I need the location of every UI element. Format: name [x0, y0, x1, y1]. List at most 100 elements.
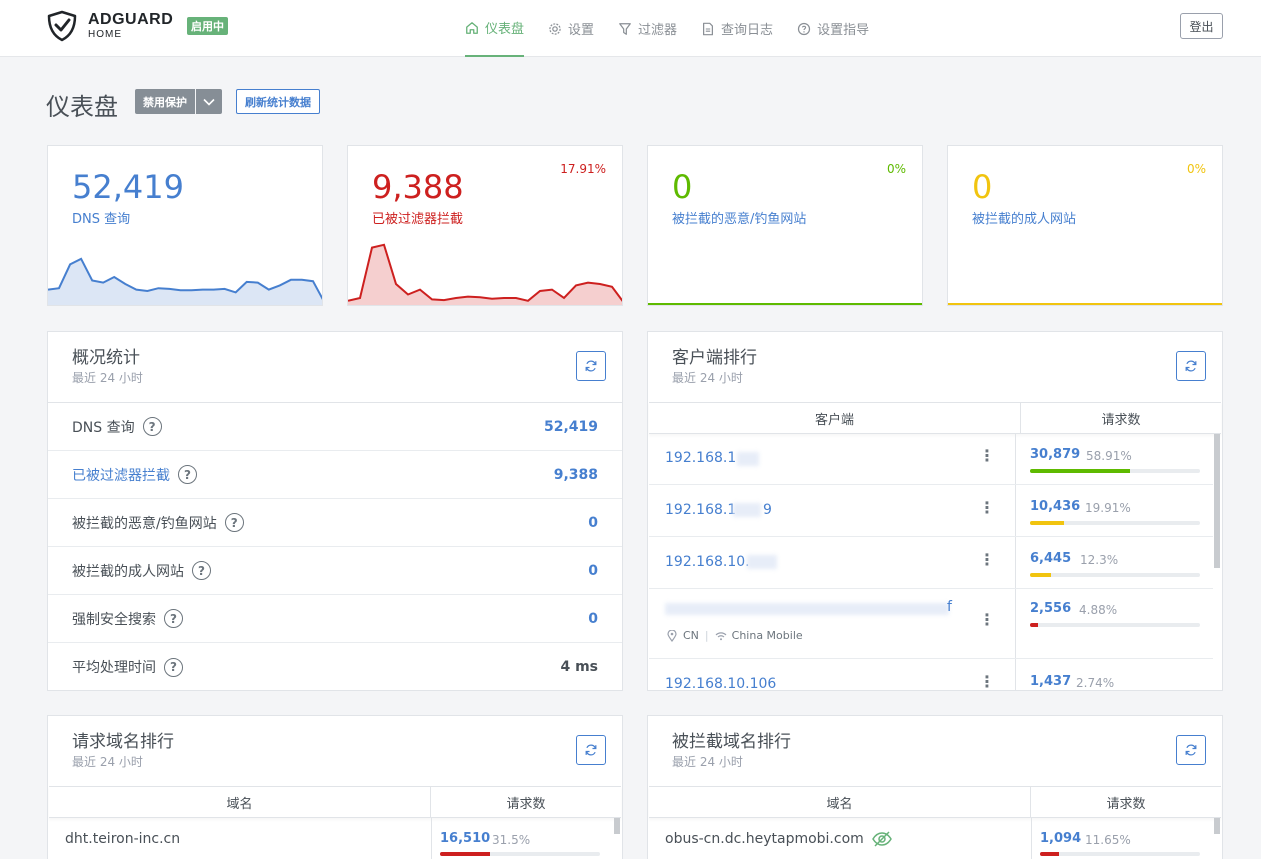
column-header-client[interactable]: 客户端	[649, 403, 1021, 433]
request-progress-bar	[440, 852, 600, 856]
disable-protection-group: 禁用保护	[135, 89, 222, 114]
eye-slash-icon[interactable]	[871, 830, 893, 848]
help-question-icon[interactable]: ?	[192, 561, 211, 580]
wifi-icon	[715, 631, 727, 640]
nav-setup-guide[interactable]: 设置指导	[797, 0, 869, 57]
nav-filters[interactable]: 过滤器	[618, 0, 677, 57]
domains-table-body: dht.teiron-inc.cn 16,510 31.5%	[49, 818, 621, 859]
stat-row-blocked-filters: 已被过滤器拦截 ? 9,388	[48, 451, 622, 499]
adult-baseline	[948, 303, 1222, 305]
client-ip[interactable]: 192.168.10.106	[665, 676, 776, 690]
table-row: dht.teiron-inc.cn 16,510 31.5%	[49, 818, 613, 859]
refresh-icon	[1185, 360, 1197, 372]
more-options-icon[interactable]: ⋮	[979, 498, 995, 517]
progress-fill	[1030, 521, 1064, 525]
more-options-icon[interactable]: ⋮	[979, 446, 995, 465]
request-count[interactable]: 1,437	[1030, 674, 1071, 689]
row-value[interactable]: 52,419	[544, 419, 598, 435]
column-header-requests[interactable]: 请求数	[1021, 403, 1221, 433]
help-question-icon[interactable]: ?	[142, 417, 162, 436]
statistics-list: DNS 查询 ? 52,419 已被过滤器拦截 ? 9,388 被拦截的恶意/钓…	[48, 402, 622, 691]
nav-setup-guide-label: 设置指导	[817, 23, 870, 38]
chevron-down-icon	[203, 98, 215, 106]
stat-card-dns-queries: 52,419 DNS 查询	[47, 145, 323, 306]
progress-fill	[1030, 623, 1039, 627]
request-count[interactable]: 6,445	[1030, 551, 1071, 566]
row-label: 平均处理时间	[72, 660, 156, 676]
panel-title: 客户端排行	[672, 348, 757, 368]
table-header: 域名 请求数	[649, 786, 1221, 818]
nav-dashboard[interactable]: 仪表盘	[465, 0, 525, 57]
client-ip[interactable]: 192.168.1	[665, 450, 736, 466]
domain-name[interactable]: dht.teiron-inc.cn	[65, 831, 180, 847]
row-value[interactable]: 0	[588, 563, 598, 579]
table-row: 192.168.1 ⋮ 30,879 58.91%	[649, 434, 1213, 485]
column-header-domain[interactable]: 域名	[49, 787, 431, 817]
redacted-text	[737, 452, 759, 466]
refresh-button[interactable]	[1176, 351, 1206, 381]
nav-query-log[interactable]: 查询日志	[701, 0, 773, 57]
request-count[interactable]: 30,879	[1030, 447, 1080, 462]
more-options-icon[interactable]: ⋮	[979, 550, 995, 569]
blocked-table-body: obus-cn.dc.heytapmobi.com 1,094 11.65%	[649, 818, 1221, 859]
refresh-button[interactable]	[576, 351, 606, 381]
help-question-icon[interactable]: ?	[164, 609, 183, 628]
help-question-icon[interactable]: ?	[224, 513, 244, 532]
request-count[interactable]: 1,094	[1040, 831, 1081, 846]
top-header: ADGUARD HOME 启用中 仪表盘 设置 过滤器 查询日志 设置指导 登出	[0, 0, 1261, 57]
table-row: 192.168.1 9 ⋮ 10,436 19.91%	[649, 485, 1213, 537]
adguard-logo[interactable]: ADGUARD HOME	[46, 10, 173, 42]
scrollbar-thumb[interactable]	[1214, 818, 1220, 834]
stat-card-blocked-filters: 9,388 已被过滤器拦截 17.91%	[347, 145, 623, 306]
column-header-requests[interactable]: 请求数	[1031, 787, 1221, 817]
client-ip-tail[interactable]: f	[947, 599, 952, 615]
more-options-icon[interactable]: ⋮	[979, 610, 995, 629]
row-label[interactable]: 已被过滤器拦截	[72, 465, 170, 485]
refresh-statistics-button[interactable]: 刷新统计数据	[236, 89, 320, 114]
request-percent: 12.3%	[1080, 553, 1119, 567]
refresh-button[interactable]	[1176, 735, 1206, 765]
row-label: 被拦截的恶意/钓鱼网站	[72, 515, 217, 532]
client-ip[interactable]: 192.168.10.	[665, 554, 750, 570]
client-ip-tail: 9	[763, 502, 772, 518]
help-question-icon[interactable]: ?	[164, 657, 183, 677]
main-nav: 仪表盘 设置 过滤器 查询日志 设置指导	[465, 0, 893, 57]
request-percent: 58.91%	[1086, 449, 1132, 463]
scrollbar-thumb[interactable]	[1214, 434, 1220, 568]
client-ip[interactable]: 192.168.1	[665, 502, 736, 518]
request-progress-bar	[1030, 623, 1200, 627]
panel-subtitle: 最近 24 小时	[672, 755, 743, 769]
refresh-icon	[585, 360, 597, 372]
row-value[interactable]: 0	[588, 515, 598, 531]
table-row: 192.168.10. ⋮ 6,445 12.3%	[649, 537, 1213, 589]
row-value[interactable]: 0	[588, 611, 598, 627]
gear-icon	[549, 22, 561, 35]
scrollbar-thumb[interactable]	[614, 818, 620, 834]
home-icon	[466, 21, 478, 34]
stat-row-blocked-malware: 被拦截的恶意/钓鱼网站 ? 0	[48, 499, 622, 547]
row-value[interactable]: 9,388	[554, 467, 598, 483]
help-question-icon[interactable]: ?	[178, 465, 197, 484]
column-header-domain[interactable]: 域名	[649, 787, 1031, 817]
domain-name[interactable]: obus-cn.dc.heytapmobi.com	[665, 831, 864, 847]
request-count[interactable]: 2,556	[1030, 601, 1071, 616]
disable-protection-button[interactable]: 禁用保护	[135, 89, 195, 114]
redacted-text	[747, 555, 777, 569]
request-count[interactable]: 16,510	[440, 831, 490, 846]
panel-subtitle: 最近 24 小时	[72, 371, 143, 385]
request-progress-bar	[1030, 573, 1200, 577]
more-options-icon[interactable]: ⋮	[979, 672, 995, 690]
nav-settings[interactable]: 设置	[548, 0, 594, 57]
row-label: DNS 查询	[72, 419, 135, 436]
logout-button[interactable]: 登出	[1180, 13, 1223, 39]
refresh-button[interactable]	[576, 735, 606, 765]
request-count[interactable]: 10,436	[1030, 499, 1080, 514]
client-country: CN	[683, 629, 699, 642]
disable-protection-dropdown[interactable]	[196, 89, 222, 114]
table-row: 192.168.10.106 ⋮ 1,437 2.74%	[649, 659, 1213, 690]
row-label: 被拦截的成人网站	[72, 563, 184, 580]
row-label: 强制安全搜索	[72, 611, 156, 628]
table-header: 客户端 请求数	[649, 402, 1221, 434]
progress-fill	[440, 852, 491, 856]
column-header-requests[interactable]: 请求数	[431, 787, 621, 817]
